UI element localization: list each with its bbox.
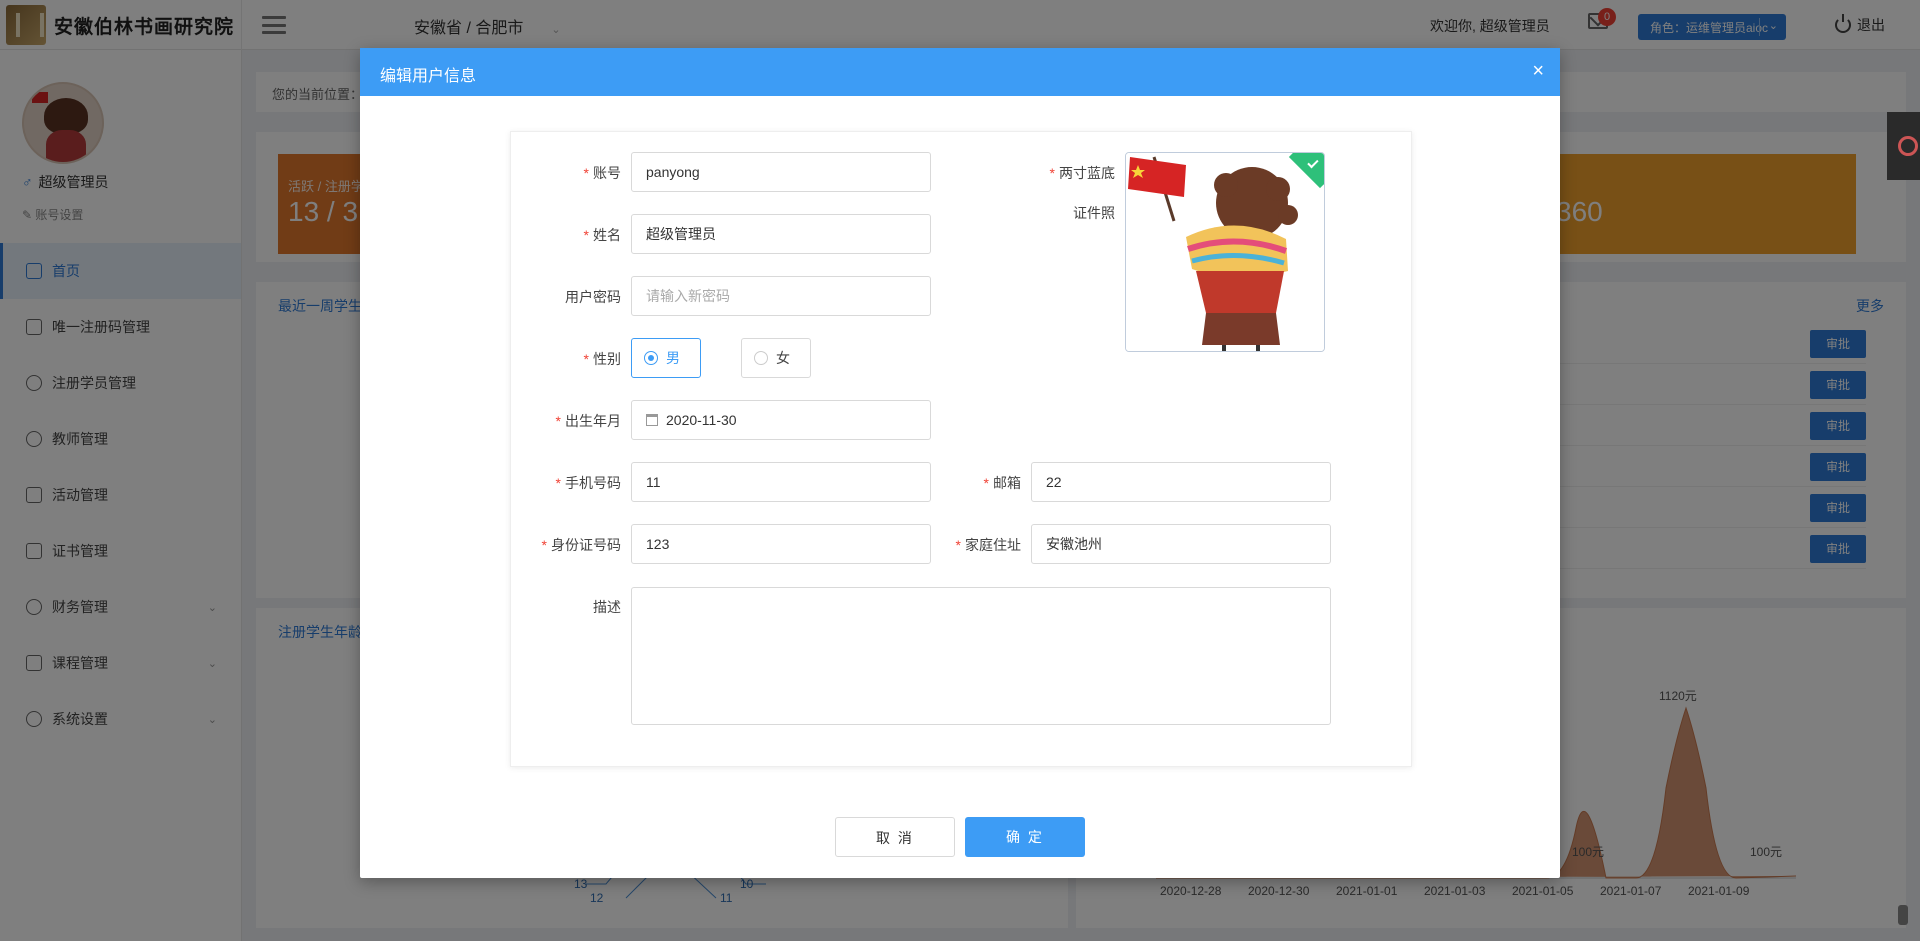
calendar-icon — [646, 414, 658, 426]
settings-side-tab[interactable] — [1887, 112, 1920, 180]
id-photo-upload[interactable] — [1125, 152, 1325, 352]
birth-label: * 出生年月 — [555, 413, 621, 429]
scrollbar-handle[interactable] — [1898, 905, 1908, 925]
password-field[interactable]: 请输入新密码 — [631, 276, 931, 316]
phone-label: * 手机号码 — [555, 475, 621, 491]
account-label: * 账号 — [583, 165, 621, 181]
user-form: * 账号 panyong * 姓名 超级管理员 用户密码 请输入新密码 * 性别 男 … — [510, 131, 1412, 767]
description-label: 描述 — [593, 599, 621, 615]
address-label: * 家庭住址 — [955, 537, 1021, 553]
password-label: 用户密码 — [565, 289, 621, 305]
gender-radio-female[interactable]: 女 — [741, 338, 811, 378]
gender-radio-male[interactable]: 男 — [631, 338, 701, 378]
photo-label-line2: 证件照 — [1073, 205, 1115, 221]
gender-label: * 性别 — [583, 351, 621, 367]
name-field[interactable]: 超级管理员 — [631, 214, 931, 254]
id-number-field[interactable]: 123 — [631, 524, 931, 564]
email-label: * 邮箱 — [983, 475, 1021, 491]
birth-date-picker[interactable]: 2020-11-30 — [631, 400, 931, 440]
close-icon[interactable]: × — [1532, 60, 1544, 82]
photo-label: * 两寸蓝底 — [1049, 165, 1115, 181]
description-textarea[interactable] — [631, 587, 1331, 725]
name-label: * 姓名 — [583, 227, 621, 243]
dialog-title: 编辑用户信息 — [380, 68, 477, 85]
account-field[interactable]: panyong — [631, 152, 931, 192]
radio-dot-icon — [754, 351, 768, 365]
email-field[interactable]: 22 — [1031, 462, 1331, 502]
id-number-label: * 身份证号码 — [541, 537, 621, 553]
radio-dot-icon — [644, 351, 658, 365]
dialog-header: 编辑用户信息 × — [360, 48, 1560, 96]
confirm-button[interactable]: 确 定 — [965, 817, 1085, 857]
address-field[interactable]: 安徽池州 — [1031, 524, 1331, 564]
edit-user-dialog: 编辑用户信息 × * 账号 panyong * 姓名 超级管理员 用户密码 请输入新… — [360, 48, 1560, 878]
cancel-button[interactable]: 取 消 — [835, 817, 955, 857]
photo-image — [1126, 153, 1324, 351]
phone-field[interactable]: 11 — [631, 462, 931, 502]
